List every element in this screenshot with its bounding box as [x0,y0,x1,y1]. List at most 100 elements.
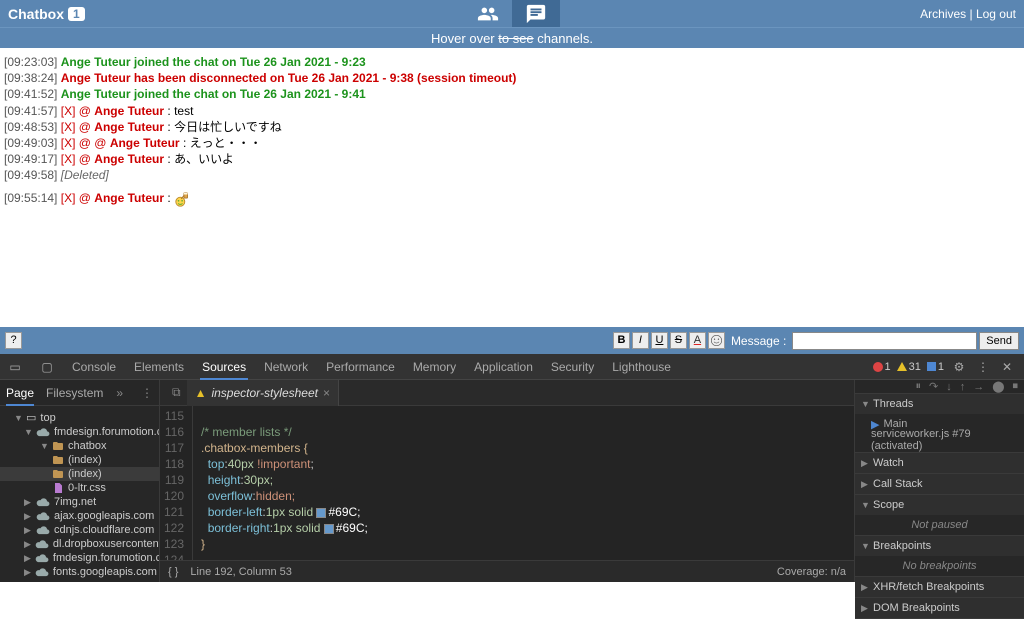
cloud-icon [35,539,49,549]
tab-sources[interactable]: Sources [200,354,248,380]
nav-kebab-icon[interactable]: ⋮ [141,386,153,400]
format-icon[interactable]: { } [168,566,178,578]
chatbox-mode-switch [464,0,560,27]
tab-performance[interactable]: Performance [324,354,397,380]
cloud-icon [36,497,50,507]
username-link[interactable]: Ange Tuteur [94,191,164,205]
tab-console[interactable]: Console [70,354,118,380]
format-toolbar: B I U S A Message : Send [613,332,1019,350]
chat-tab-button[interactable] [512,0,560,27]
members-bar[interactable]: Hover over to see channels. [0,27,1024,48]
tab-elements[interactable]: Elements [132,354,186,380]
settings-icon[interactable]: ⚙ [950,358,968,376]
underline-button[interactable]: U [651,332,668,349]
cloud-icon [35,553,49,563]
threads-pane-header[interactable]: ▼Threads [855,394,1024,414]
xhr-bp-pane-header[interactable]: ▶XHR/fetch Breakpoints [855,577,1024,597]
info-count[interactable]: 1 [927,361,944,373]
bold-button[interactable]: B [613,332,630,349]
tab-lighthouse[interactable]: Lighthouse [610,354,673,380]
username-link[interactable]: Ange Tuteur [94,152,164,166]
chat-message-line: [09:41:57] [X] @ Ange Tuteur : test [4,103,1020,119]
more-icon[interactable]: ⋮ [974,358,992,376]
no-breakpoints-text: No breakpoints [855,556,1024,576]
scope-pane-header[interactable]: ▼Scope [855,495,1024,515]
delete-message-button[interactable]: [X] [61,136,76,150]
css-file-icon [52,482,64,494]
nav-tab-filesystem[interactable]: Filesystem [46,380,103,406]
tree-domain[interactable]: ▶ajax.googleapis.com [0,509,159,523]
close-tab-icon[interactable]: × [323,380,330,406]
help-button[interactable]: ? [5,332,22,349]
tree-file[interactable]: 0-ltr.css [0,481,159,495]
source-file-tab[interactable]: ▲ inspector-stylesheet × [187,380,339,406]
tree-folder[interactable]: ▼chatbox [0,439,159,453]
callstack-pane-header[interactable]: ▶Call Stack [855,474,1024,494]
chat-message-line: [09:55:14] [X] @ Ange Tuteur : [4,190,1020,208]
username-link[interactable]: Ange Tuteur [94,120,164,134]
nav-arrows-icon[interactable]: ⧉ [166,385,187,400]
warning-count[interactable]: 31 [897,361,921,373]
tree-top[interactable]: ▼▭ top [0,410,159,425]
tree-file[interactable]: (index) [0,453,159,467]
username-link[interactable]: Ange Tuteur [110,136,180,150]
warning-icon [897,362,907,371]
delete-message-button[interactable]: [X] [61,120,76,134]
warning-icon: ▲ [195,380,207,406]
step-icon[interactable]: → [973,381,984,393]
file-icon [52,454,64,466]
color-button[interactable]: A [689,332,706,349]
smiley-icon [710,334,723,347]
editor-status-bar: { } Line 192, Column 53 Coverage: n/a [160,560,854,582]
logout-link[interactable]: Log out [976,7,1016,21]
deactivate-bp-icon[interactable]: ⬤ [992,380,1004,393]
debugger-pane: ⏸ ↷ ↓ ↑ → ⬤ ⏹ ▼Threads ▶Main servicework… [854,380,1024,582]
nav-more-icon[interactable]: » [116,386,123,400]
users-tab-button[interactable] [464,0,512,27]
error-count[interactable]: 1 [873,361,891,373]
folder-icon [52,440,64,452]
tab-application[interactable]: Application [472,354,535,380]
tree-domain[interactable]: ▶dl.dropboxusercontent.com [0,537,159,551]
code-lines[interactable]: /* member lists */ .chatbox-members { to… [193,406,433,560]
tree-domain[interactable]: ▶cdnjs.cloudflare.com [0,523,159,537]
deleted-message-line: [09:49:58] [Deleted] [4,167,1020,183]
tree-domain[interactable]: ▶fmdesign.forumotion.com [0,551,159,565]
tree-file-selected[interactable]: (index) [0,467,159,481]
step-over-icon[interactable]: ↷ [929,380,938,393]
username-link[interactable]: Ange Tuteur [94,104,164,118]
chat-log[interactable]: [09:23:03] Ange Tuteur joined the chat o… [0,48,1024,327]
pause-icon[interactable]: ⏸ [915,380,921,393]
chat-message-line: [09:49:03] [X] @ @ Ange Tuteur : えっと・・・ [4,135,1020,151]
breakpoints-pane-header[interactable]: ▼Breakpoints [855,536,1024,556]
emoji-button[interactable] [708,332,725,349]
cloud-icon [36,511,50,521]
dom-bp-pane-header[interactable]: ▶DOM Breakpoints [855,598,1024,618]
delete-message-button[interactable]: [X] [61,104,76,118]
delete-message-button[interactable]: [X] [61,191,76,205]
tab-memory[interactable]: Memory [411,354,458,380]
pause-on-exc-icon[interactable]: ⏹ [1013,380,1019,393]
send-button[interactable]: Send [979,332,1019,350]
tab-security[interactable]: Security [549,354,596,380]
tree-domain[interactable]: ▶7img.net [0,495,159,509]
archives-link[interactable]: Archives [920,7,966,21]
nav-tab-page[interactable]: Page [6,380,34,406]
delete-message-button[interactable]: [X] [61,152,76,166]
step-out-icon[interactable]: ↑ [960,381,966,393]
tab-network[interactable]: Network [262,354,310,380]
step-into-icon[interactable]: ↓ [946,381,952,393]
close-devtools-icon[interactable]: ✕ [998,358,1016,376]
file-tree[interactable]: ▼▭ top ▼fmdesign.forumotion.com ▼chatbox… [0,406,159,582]
tree-domain[interactable]: ▼fmdesign.forumotion.com [0,425,159,439]
message-input[interactable] [792,332,977,350]
tree-domain[interactable]: ▶fonts.googleapis.com [0,565,159,579]
mention-badge: 1 [68,7,85,21]
italic-button[interactable]: I [632,332,649,349]
strike-button[interactable]: S [670,332,687,349]
thread-sw[interactable]: serviceworker.js #79 (activated) [871,432,1018,448]
watch-pane-header[interactable]: ▶Watch [855,453,1024,473]
device-toggle-icon[interactable]: ▢ [38,358,56,376]
inspect-icon[interactable]: ▭ [6,358,24,376]
code-editor[interactable]: 1151161171181191201211221231241251261271… [160,406,854,560]
